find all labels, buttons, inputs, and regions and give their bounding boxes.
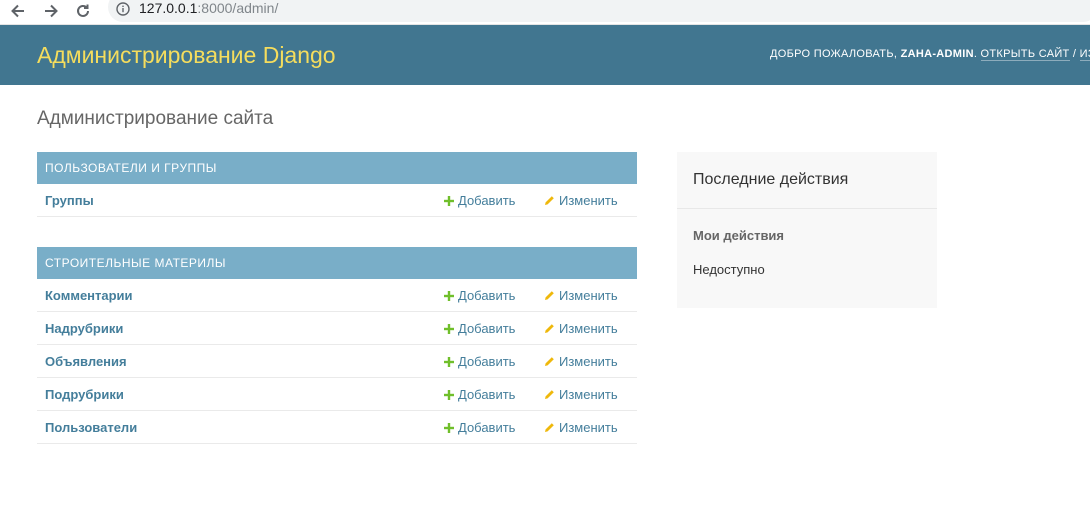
plus-icon bbox=[444, 421, 454, 436]
change-label: Изменить bbox=[559, 387, 618, 402]
plus-icon bbox=[444, 388, 454, 403]
change-link[interactable]: Изменить bbox=[544, 193, 618, 209]
add-label: Добавить bbox=[458, 354, 516, 369]
change-link[interactable]: Изменить bbox=[544, 321, 618, 337]
username: ZAHA-ADMIN bbox=[900, 48, 974, 60]
recent-actions-panel: Последние действия Мои действия Недоступ… bbox=[677, 152, 937, 308]
model-link[interactable]: Группы bbox=[45, 193, 94, 208]
change-label: Изменить bbox=[559, 321, 618, 336]
url-host: 127.0.0.1 bbox=[139, 0, 198, 16]
add-label: Добавить bbox=[458, 420, 516, 435]
add-link[interactable]: Добавить bbox=[444, 420, 515, 436]
model-link[interactable]: Пользователи bbox=[45, 420, 137, 435]
separator: / bbox=[1069, 48, 1080, 60]
user-tools: ДОБРО ПОЖАЛОВАТЬ, ZAHA-ADMIN. ОТКРЫТЬ СА… bbox=[770, 48, 1090, 61]
plus-icon bbox=[444, 322, 454, 337]
model-link[interactable]: Надрубрики bbox=[45, 321, 123, 336]
site-branding[interactable]: Администрирование Django bbox=[37, 42, 336, 69]
no-actions-text: Недоступно bbox=[693, 262, 765, 277]
model-link[interactable]: Подрубрики bbox=[45, 387, 124, 402]
back-arrow-icon[interactable] bbox=[8, 1, 28, 21]
address-bar[interactable]: 127.0.0.1:8000/admin/ bbox=[108, 0, 1090, 22]
change-link[interactable]: Изменить bbox=[544, 420, 618, 436]
divider bbox=[677, 208, 937, 209]
change-label: Изменить bbox=[559, 193, 618, 208]
add-label: Добавить bbox=[458, 321, 516, 336]
pencil-icon bbox=[544, 322, 555, 337]
plus-icon bbox=[444, 289, 454, 304]
url-text: 127.0.0.1:8000/admin/ bbox=[139, 0, 278, 16]
add-label: Добавить bbox=[458, 193, 516, 208]
change-label: Изменить bbox=[559, 288, 618, 303]
add-link[interactable]: Добавить bbox=[444, 193, 515, 209]
pencil-icon bbox=[544, 388, 555, 403]
plus-icon bbox=[444, 194, 454, 209]
app-module-auth: ПОЛЬЗОВАТЕЛИ И ГРУППЫ Группы Добавить Из… bbox=[37, 152, 637, 217]
url-path: :8000/admin/ bbox=[197, 0, 279, 16]
app-module-materials: СТРОИТЕЛЬНЫЕ МАТЕРИЛЫ Комментарии Добави… bbox=[37, 247, 637, 444]
add-link[interactable]: Добавить bbox=[444, 321, 515, 337]
plus-icon bbox=[444, 355, 454, 370]
model-row: Группы Добавить Изменить bbox=[37, 184, 637, 217]
welcome-text: ДОБРО ПОЖАЛОВАТЬ, bbox=[770, 48, 901, 60]
add-link[interactable]: Добавить bbox=[444, 387, 515, 403]
admin-header: Администрирование Django ДОБРО ПОЖАЛОВАТ… bbox=[0, 25, 1090, 85]
add-link[interactable]: Добавить bbox=[444, 354, 515, 370]
change-label: Изменить bbox=[559, 420, 618, 435]
change-link[interactable]: Изменить bbox=[544, 354, 618, 370]
change-password-link[interactable]: ИЗМ bbox=[1079, 48, 1090, 61]
pencil-icon bbox=[544, 194, 555, 209]
info-icon[interactable] bbox=[116, 1, 130, 20]
add-label: Добавить bbox=[458, 288, 516, 303]
add-label: Добавить bbox=[458, 387, 516, 402]
pencil-icon bbox=[544, 421, 555, 436]
model-row: Надрубрики Добавить Изменить bbox=[37, 312, 637, 345]
view-site-link[interactable]: ОТКРЫТЬ САЙТ bbox=[980, 48, 1070, 61]
model-link[interactable]: Комментарии bbox=[45, 288, 133, 303]
recent-actions-title: Последние действия bbox=[693, 171, 849, 188]
model-row: Объявления Добавить Изменить bbox=[37, 345, 637, 378]
page-title: Администрирование сайта bbox=[37, 108, 274, 129]
reload-icon[interactable] bbox=[73, 1, 93, 21]
model-row: Пользователи Добавить Изменить bbox=[37, 411, 637, 444]
model-row: Комментарии Добавить Изменить bbox=[37, 279, 637, 312]
model-row: Подрубрики Добавить Изменить bbox=[37, 378, 637, 411]
my-actions-heading: Мои действия bbox=[693, 228, 785, 243]
change-label: Изменить bbox=[559, 354, 618, 369]
add-link[interactable]: Добавить bbox=[444, 288, 515, 304]
separator: . bbox=[973, 48, 981, 60]
app-caption[interactable]: СТРОИТЕЛЬНЫЕ МАТЕРИЛЫ bbox=[37, 247, 637, 279]
app-caption[interactable]: ПОЛЬЗОВАТЕЛИ И ГРУППЫ bbox=[37, 152, 637, 184]
change-link[interactable]: Изменить bbox=[544, 288, 618, 304]
browser-toolbar: 127.0.0.1:8000/admin/ bbox=[0, 0, 1090, 25]
pencil-icon bbox=[544, 289, 555, 304]
pencil-icon bbox=[544, 355, 555, 370]
model-link[interactable]: Объявления bbox=[45, 354, 127, 369]
change-link[interactable]: Изменить bbox=[544, 387, 618, 403]
forward-arrow-icon[interactable] bbox=[41, 1, 61, 21]
